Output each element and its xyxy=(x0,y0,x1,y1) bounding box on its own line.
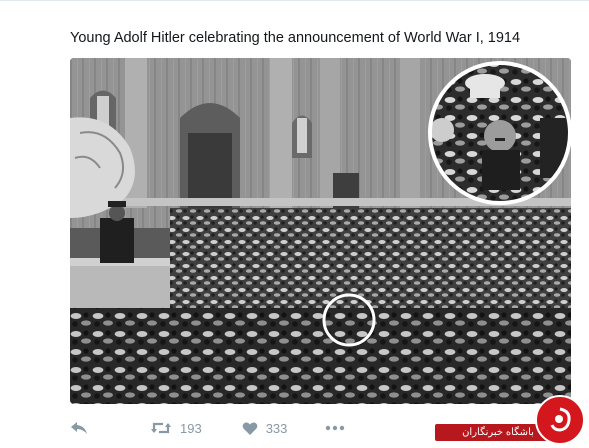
tweet-action-bar: 193 333 xyxy=(70,416,345,440)
retweet-button[interactable]: 193 xyxy=(150,420,202,436)
tweet-text: Young Adolf Hitler celebrating the annou… xyxy=(70,30,521,46)
top-divider xyxy=(0,0,589,1)
watermark-logo-icon xyxy=(535,395,585,445)
like-count: 333 xyxy=(265,420,288,436)
like-button[interactable]: 333 xyxy=(242,420,288,436)
reply-button[interactable] xyxy=(70,420,90,436)
retweet-icon xyxy=(151,422,171,434)
historical-crowd-photo xyxy=(70,58,571,404)
more-options-button[interactable] xyxy=(325,425,345,431)
tweet-photo[interactable] xyxy=(70,58,571,404)
reply-icon xyxy=(71,422,87,434)
more-dots-icon xyxy=(326,425,345,431)
retweet-count: 193 xyxy=(180,420,202,436)
heart-icon xyxy=(242,422,258,435)
watermark: باشگاه خبرنگاران xyxy=(435,388,589,448)
tweet-card: Young Adolf Hitler celebrating the annou… xyxy=(0,0,589,448)
